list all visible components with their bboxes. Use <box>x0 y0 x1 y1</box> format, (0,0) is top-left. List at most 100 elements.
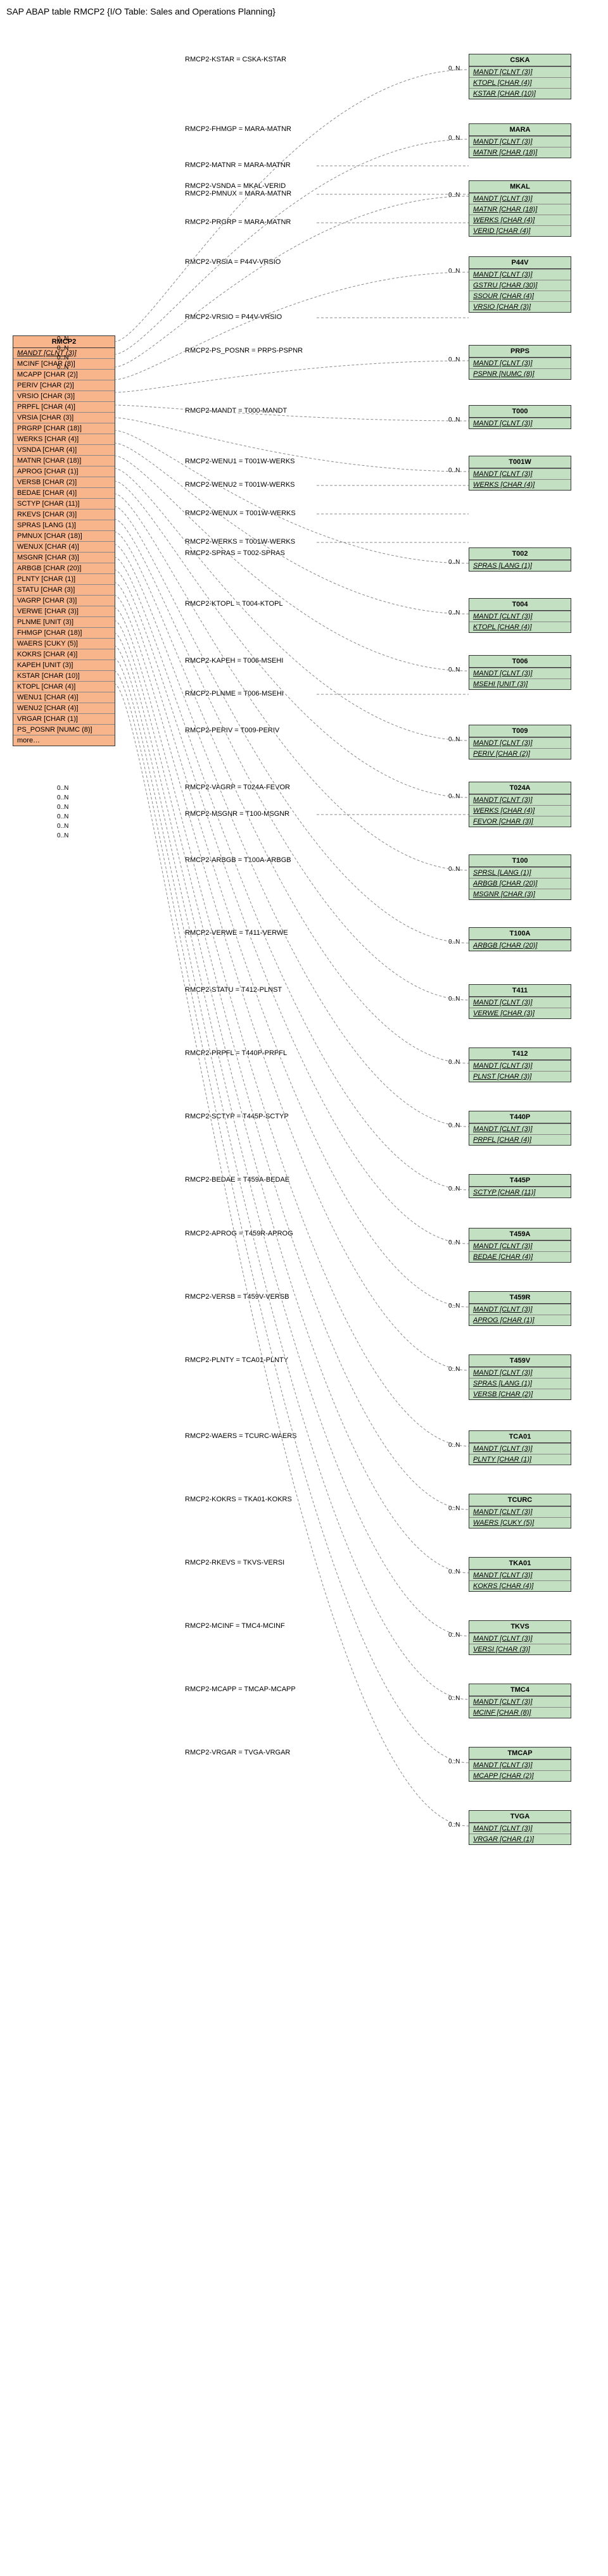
entity-header: TMC4 <box>469 1684 571 1696</box>
join-label: RMCP2-VSNDA = MKAL-VERID <box>184 182 287 190</box>
entity-t000: T000MANDT [CLNT (3)] <box>469 405 571 429</box>
rmcp2-field: VRSIA [CHAR (3)] <box>13 412 115 423</box>
entity-field: VERSB [CHAR (2)] <box>469 1389 571 1399</box>
join-label: RMCP2-VRSIO = P44V-VRSIO <box>184 313 283 321</box>
entity-header: T100 <box>469 855 571 867</box>
cardinality-label: 0..N <box>57 804 68 811</box>
entity-tkvs: TKVSMANDT [CLNT (3)]VERSI [CHAR (3)] <box>469 1620 571 1655</box>
rmcp2-field: APROG [CHAR (1)] <box>13 466 115 477</box>
entity-field: VRSIO [CHAR (3)] <box>469 301 571 312</box>
entity-header: TKA01 <box>469 1558 571 1570</box>
rmcp2-field: WERKS [CHAR (4)] <box>13 434 115 444</box>
cardinality-label: 0..N <box>448 1366 460 1373</box>
cardinality-label: 0..N <box>57 785 68 792</box>
entity-field: MANDT [CLNT (3)] <box>469 1241 571 1251</box>
entity-field: MCINF [CHAR (8)] <box>469 1707 571 1718</box>
entity-field: MANDT [CLNT (3)] <box>469 66 571 77</box>
cardinality-label: 0..N <box>448 866 460 873</box>
rmcp2-field: SPRAS [LANG (1)] <box>13 520 115 530</box>
entity-field: MSEHI [UNIT (3)] <box>469 678 571 689</box>
entity-t100: T100SPRSL [LANG (1)]ARBGB [CHAR (20)]MSG… <box>469 854 571 900</box>
entity-field: SSOUR [CHAR (4)] <box>469 291 571 301</box>
join-label: RMCP2-WAERS = TCURC-WAERS <box>184 1432 298 1440</box>
entity-field: MANDT [CLNT (3)] <box>469 1506 571 1517</box>
join-label: RMCP2-PLNTY = TCA01-PLNTY <box>184 1356 289 1364</box>
join-label: RMCP2-VERWE = T411-VERWE <box>184 929 289 937</box>
rmcp2-field: RKEVS [CHAR (3)] <box>13 509 115 520</box>
join-label: RMCP2-MSGNR = T100-MSGNR <box>184 810 291 818</box>
entity-field: MANDT [CLNT (3)] <box>469 1570 571 1580</box>
entity-tmc4: TMC4MANDT [CLNT (3)]MCINF [CHAR (8)] <box>469 1684 571 1718</box>
entity-field: MANDT [CLNT (3)] <box>469 1760 571 1770</box>
page-title: SAP ABAP table RMCP2 {I/O Table: Sales a… <box>6 6 602 16</box>
rmcp2-field: more… <box>13 735 115 746</box>
join-label: RMCP2-APROG = T459R-APROG <box>184 1230 294 1237</box>
entity-field: KSTAR [CHAR (10)] <box>469 88 571 99</box>
rmcp2-field: MATNR [CHAR (18)] <box>13 455 115 466</box>
entity-header: TCA01 <box>469 1431 571 1443</box>
rmcp2-field: PMNUX [CHAR (18)] <box>13 530 115 541</box>
join-label: RMCP2-STATU = T412-PLNST <box>184 986 283 994</box>
join-label: RMCP2-PRPFL = T440P-PRPFL <box>184 1049 288 1057</box>
entity-field: KTOPL [CHAR (4)] <box>469 77 571 88</box>
entity-field: MANDT [CLNT (3)] <box>469 611 571 622</box>
rmcp2-field: VSNDA [CHAR (4)] <box>13 444 115 455</box>
rmcp2-field: WAERS [CUKY (5)] <box>13 638 115 649</box>
cardinality-label: 0..N <box>448 1568 460 1575</box>
entity-field: MANDT [CLNT (3)] <box>469 136 571 147</box>
entity-tvga: TVGAMANDT [CLNT (3)]VRGAR [CHAR (1)] <box>469 1810 571 1845</box>
cardinality-label: 0..N <box>448 1758 460 1765</box>
entity-field: ARBGB [CHAR (20)] <box>469 940 571 951</box>
rmcp2-field: KSTAR [CHAR (10)] <box>13 670 115 681</box>
rmcp2-field: WENUX [CHAR (4)] <box>13 541 115 552</box>
entity-rmcp2: RMCP2 MANDT [CLNT (3)]MCINF [CHAR (8)]MC… <box>13 335 115 746</box>
entity-field: BEDAE [CHAR (4)] <box>469 1251 571 1262</box>
rmcp2-field: KTOPL [CHAR (4)] <box>13 681 115 692</box>
entity-field: MANDT [CLNT (3)] <box>469 1443 571 1454</box>
entity-field: SCTYP [CHAR (11)] <box>469 1187 571 1197</box>
cardinality-label: 0..N <box>57 345 68 352</box>
join-label: RMCP2-FHMGP = MARA-MATNR <box>184 125 293 133</box>
entity-field: MANDT [CLNT (3)] <box>469 794 571 805</box>
entity-field: VERWE [CHAR (3)] <box>469 1008 571 1018</box>
entity-field: ARBGB [CHAR (20)] <box>469 878 571 889</box>
entity-field: PRPFL [CHAR (4)] <box>469 1134 571 1145</box>
entity-field: VERSI [CHAR (3)] <box>469 1644 571 1654</box>
entity-header: MARA <box>469 124 571 136</box>
entity-t002: T002SPRAS [LANG (1)] <box>469 547 571 572</box>
entity-t100a: T100AARBGB [CHAR (20)] <box>469 927 571 951</box>
join-label: RMCP2-VRGAR = TVGA-VRGAR <box>184 1749 291 1756</box>
join-label: RMCP2-VRSIA = P44V-VRSIO <box>184 258 282 266</box>
join-label: RMCP2-SCTYP = T445P-SCTYP <box>184 1113 290 1120</box>
join-label: RMCP2-MCINF = TMC4-MCINF <box>184 1622 286 1630</box>
entity-field: MANDT [CLNT (3)] <box>469 418 571 428</box>
entity-t004: T004MANDT [CLNT (3)]KTOPL [CHAR (4)] <box>469 598 571 633</box>
cardinality-label: 0..N <box>448 1632 460 1639</box>
cardinality-label: 0..N <box>57 364 68 371</box>
cardinality-label: 0..N <box>448 1442 460 1449</box>
cardinality-label: 0..N <box>448 939 460 946</box>
join-label: RMCP2-KSTAR = CSKA-KSTAR <box>184 56 288 63</box>
entity-field: PSPNR [NUMC (8)] <box>469 368 571 379</box>
cardinality-label: 0..N <box>448 65 460 72</box>
entity-field: FEVOR [CHAR (3)] <box>469 816 571 827</box>
entity-field: WERKS [CHAR (4)] <box>469 479 571 490</box>
cardinality-label: 0..N <box>448 996 460 1003</box>
entity-field: MANDT [CLNT (3)] <box>469 1633 571 1644</box>
rmcp2-field: KOKRS [CHAR (4)] <box>13 649 115 660</box>
join-label: RMCP2-MCAPP = TMCAP-MCAPP <box>184 1685 297 1693</box>
entity-mara: MARAMANDT [CLNT (3)]MATNR [CHAR (18)] <box>469 123 571 158</box>
entity-field: MANDT [CLNT (3)] <box>469 1060 571 1071</box>
entity-field: MSGNR [CHAR (3)] <box>469 889 571 899</box>
cardinality-label: 0..N <box>448 1122 460 1129</box>
entity-header: T004 <box>469 599 571 611</box>
rmcp2-field: PRPFL [CHAR (4)] <box>13 401 115 412</box>
cardinality-label: 0..N <box>57 823 68 830</box>
cardinality-label: 0..N <box>448 268 460 275</box>
entity-tcurc: TCURCMANDT [CLNT (3)]WAERS [CUKY (5)] <box>469 1494 571 1529</box>
entity-header: CSKA <box>469 54 571 66</box>
entity-field: PLNST [CHAR (3)] <box>469 1071 571 1082</box>
join-label: RMCP2-BEDAE = T459A-BEDAE <box>184 1176 291 1184</box>
entity-t001w: T001WMANDT [CLNT (3)]WERKS [CHAR (4)] <box>469 456 571 491</box>
entity-field: MANDT [CLNT (3)] <box>469 1304 571 1315</box>
